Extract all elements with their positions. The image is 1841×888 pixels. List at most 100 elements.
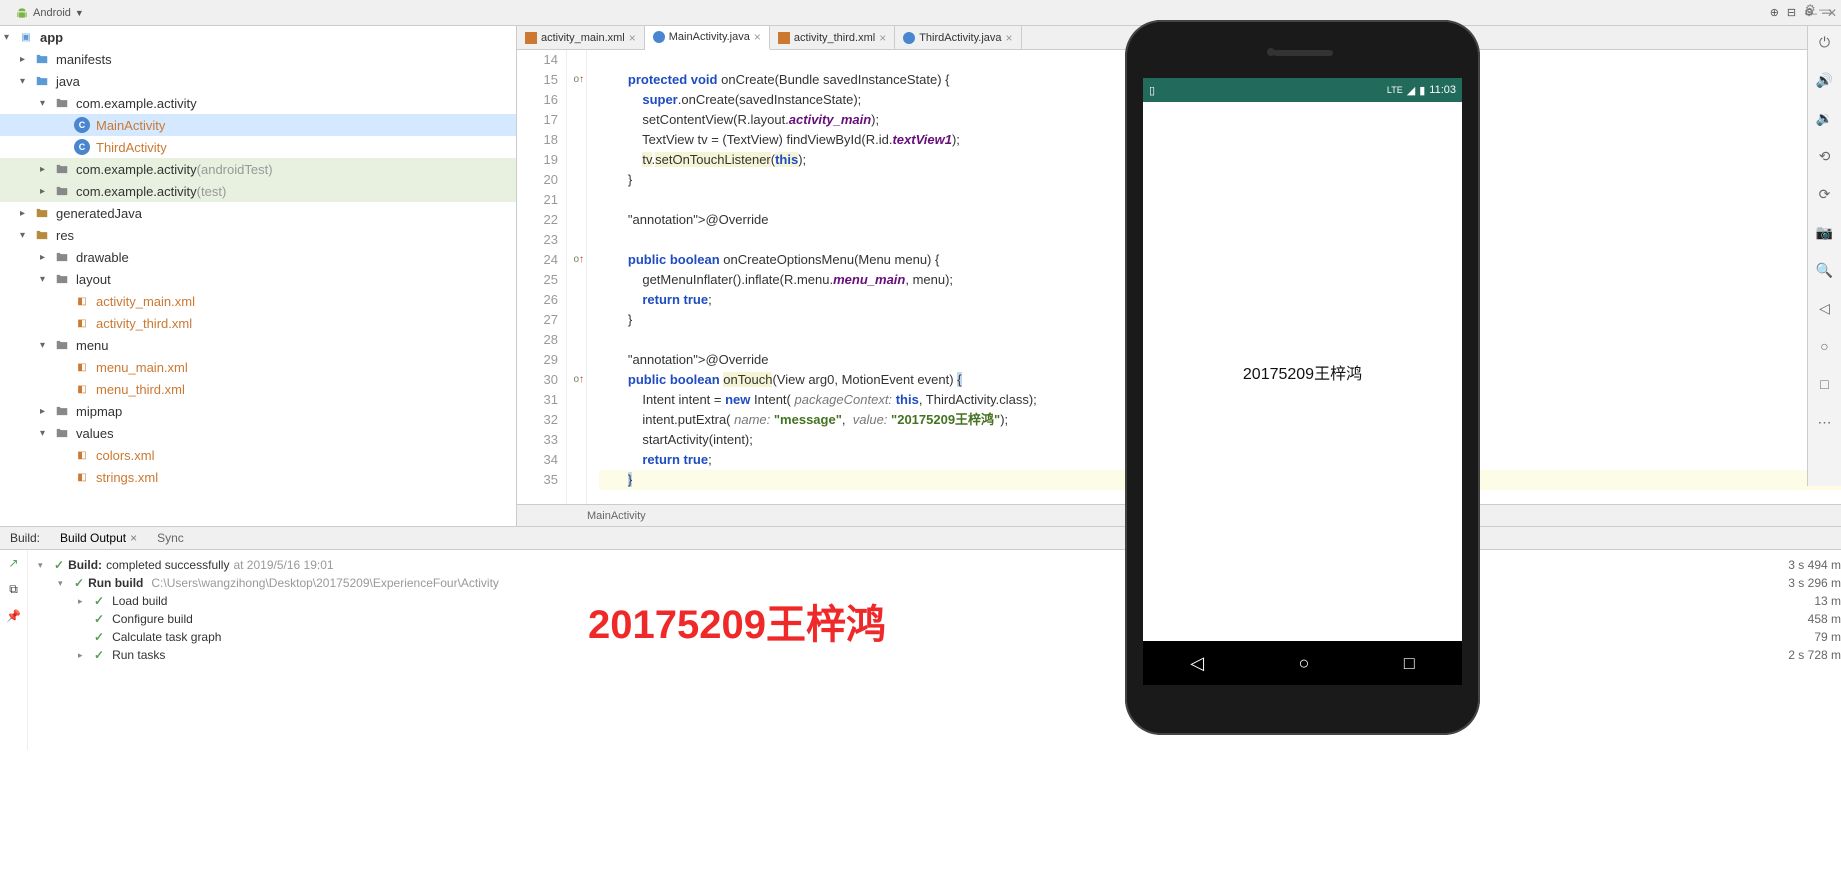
xml-file-icon: ◧ [74,315,90,331]
app-content[interactable]: 20175209王梓鸿 [1143,102,1462,641]
home-button[interactable]: ○ [1299,653,1310,674]
overview-icon[interactable]: □ [1815,374,1835,394]
tree-label: values [76,426,114,441]
build-line[interactable]: ✓Calculate task graph [38,628,1831,646]
tree-toggle[interactable]: ▾ [20,230,32,241]
project-tree[interactable]: ▾ ▣ app ▸ manifests ▾java▾com.example.acti… [0,26,516,488]
home-icon[interactable]: ○ [1815,336,1835,356]
folder-icon [54,183,70,199]
tree-item[interactable]: ◧ colors.xml [0,444,516,466]
tree-item[interactable]: ▸com.example.activity (androidTest) [0,158,516,180]
tree-label: manifests [56,52,112,67]
message-text: 20175209王梓鸿 [1243,360,1362,384]
tree-toggle[interactable]: ▸ [40,252,52,263]
tree-toggle[interactable]: ▾ [40,428,52,439]
back-button[interactable]: ◁ [1190,653,1204,674]
back-icon[interactable]: ◁ [1815,298,1835,318]
close-icon[interactable]: × [629,31,636,45]
build-panel: ↗ ⧉ 📌 3 s 494 m3 s 296 m13 m458 m79 m2 s… [0,550,1841,750]
tree-toggle[interactable]: ▸ [40,186,52,197]
power-icon[interactable]: ⏻ [1815,32,1835,52]
more-icon[interactable]: ⋯ [1815,412,1835,432]
tree-toggle[interactable]: ▾ [20,76,32,87]
close-icon[interactable]: × [1006,31,1013,45]
tree-toggle[interactable]: ▾ [58,578,70,589]
emulator-screen[interactable]: ▯ LTE ◢ ▮ 11:03 20175209王梓鸿 ◁ ○ □ [1143,78,1462,685]
build-line[interactable]: ▸✓Run tasks [38,646,1831,664]
project-panel[interactable]: ▾ ▣ app ▸ manifests ▾java▾com.example.acti… [0,26,517,526]
tree-item[interactable]: ▾ values [0,422,516,444]
build-content[interactable]: 3 s 494 m3 s 296 m13 m458 m79 m2 s 728 m… [28,550,1841,750]
volume-up-icon[interactable]: 🔊 [1815,70,1835,90]
tree-toggle[interactable]: ▸ [78,596,90,607]
tree-item[interactable]: ◧strings.xml [0,466,516,488]
tree-item[interactable]: ▾layout [0,268,516,290]
collapse-icon[interactable]: ⊕ [1770,6,1779,19]
build-line[interactable]: ▾✓Build: completed successfully at 2019/… [38,556,1831,574]
tree-toggle[interactable]: ▾ [40,98,52,109]
tree-item[interactable]: ▸mipmap [0,400,516,422]
gutter-marker [567,130,586,150]
tree-toggle[interactable]: ▾ [40,340,52,351]
divide-icon[interactable]: ⊟ [1787,6,1796,19]
rerun-icon[interactable]: ↗ [8,556,18,570]
tree-item[interactable]: ▸ manifests [0,48,516,70]
tree-toggle[interactable]: ▾ [4,32,16,43]
close-icon[interactable]: × [754,30,761,44]
close-icon[interactable]: × [879,31,886,45]
editor-tab[interactable]: ThirdActivity.java× [895,26,1021,49]
xml-file-icon: ◧ [74,447,90,463]
editor-tab[interactable]: activity_main.xml× [517,26,645,49]
tree-item[interactable]: ▸generatedJava [0,202,516,224]
tree-item[interactable]: ◧menu_main.xml [0,356,516,378]
tree-item[interactable]: ◧activity_third.xml [0,312,516,334]
xml-file-icon: ◧ [74,359,90,375]
tree-toggle[interactable]: ▾ [40,274,52,285]
gutter-marker [567,50,586,70]
close-icon[interactable]: × [130,531,137,545]
tree-item[interactable]: ◧activity_main.xml [0,290,516,312]
gear-icon[interactable]: ⚙ — [1805,2,1831,16]
tree-item[interactable]: CMainActivity [0,114,516,136]
tree-toggle[interactable]: ▸ [40,164,52,175]
filter-icon[interactable]: ⧉ [9,582,18,597]
pin-icon[interactable]: 📌 [6,609,21,623]
tree-item[interactable]: ▸com.example.activity (test) [0,180,516,202]
volume-down-icon[interactable]: 🔉 [1815,108,1835,128]
build-output-tab[interactable]: Build Output× [50,531,147,545]
tree-toggle[interactable]: ▸ [20,54,32,65]
tree-toggle[interactable]: ▾ [38,560,50,571]
camera-icon [1267,48,1275,56]
camera-icon[interactable]: 📷 [1815,222,1835,242]
rotate-left-icon[interactable]: ⟲ [1815,146,1835,166]
recents-button[interactable]: □ [1404,653,1415,674]
zoom-icon[interactable]: 🔍 [1815,260,1835,280]
signal-icon: ◢ [1407,84,1415,97]
tree-toggle[interactable]: ▸ [78,650,90,661]
tree-item[interactable]: ▾res [0,224,516,246]
tree-item[interactable]: ▸drawable [0,246,516,268]
breadcrumb-text: MainActivity [587,510,646,522]
tree-label: ThirdActivity [96,140,167,155]
tree-item[interactable]: ▾java [0,70,516,92]
sync-tab[interactable]: Sync [147,531,194,545]
rotate-right-icon[interactable]: ⟳ [1815,184,1835,204]
tree-item[interactable]: ▾menu [0,334,516,356]
tree-label: colors.xml [96,448,155,463]
build-time: 3 s 296 m [1788,574,1841,592]
build-line[interactable]: ▸✓Load build [38,592,1831,610]
build-line[interactable]: ▾✓Run build C:\Users\wangzihong\Desktop\… [38,574,1831,592]
tree-item[interactable]: CThirdActivity [0,136,516,158]
folder-icon [34,51,50,67]
tree-item[interactable]: ◧menu_third.xml [0,378,516,400]
tree-toggle[interactable]: ▸ [40,406,52,417]
tree-item[interactable]: ▾com.example.activity [0,92,516,114]
editor-tab[interactable]: activity_third.xml× [770,26,895,49]
tree-root[interactable]: ▾ ▣ app [0,26,516,48]
tab-label: MainActivity.java [669,31,750,43]
android-view-dropdown[interactable]: Android ▼ [8,3,91,23]
editor-tab[interactable]: MainActivity.java × [645,26,770,50]
tree-toggle[interactable]: ▸ [20,208,32,219]
tree-suffix: (test) [197,184,227,199]
build-line[interactable]: ✓Configure build [38,610,1831,628]
